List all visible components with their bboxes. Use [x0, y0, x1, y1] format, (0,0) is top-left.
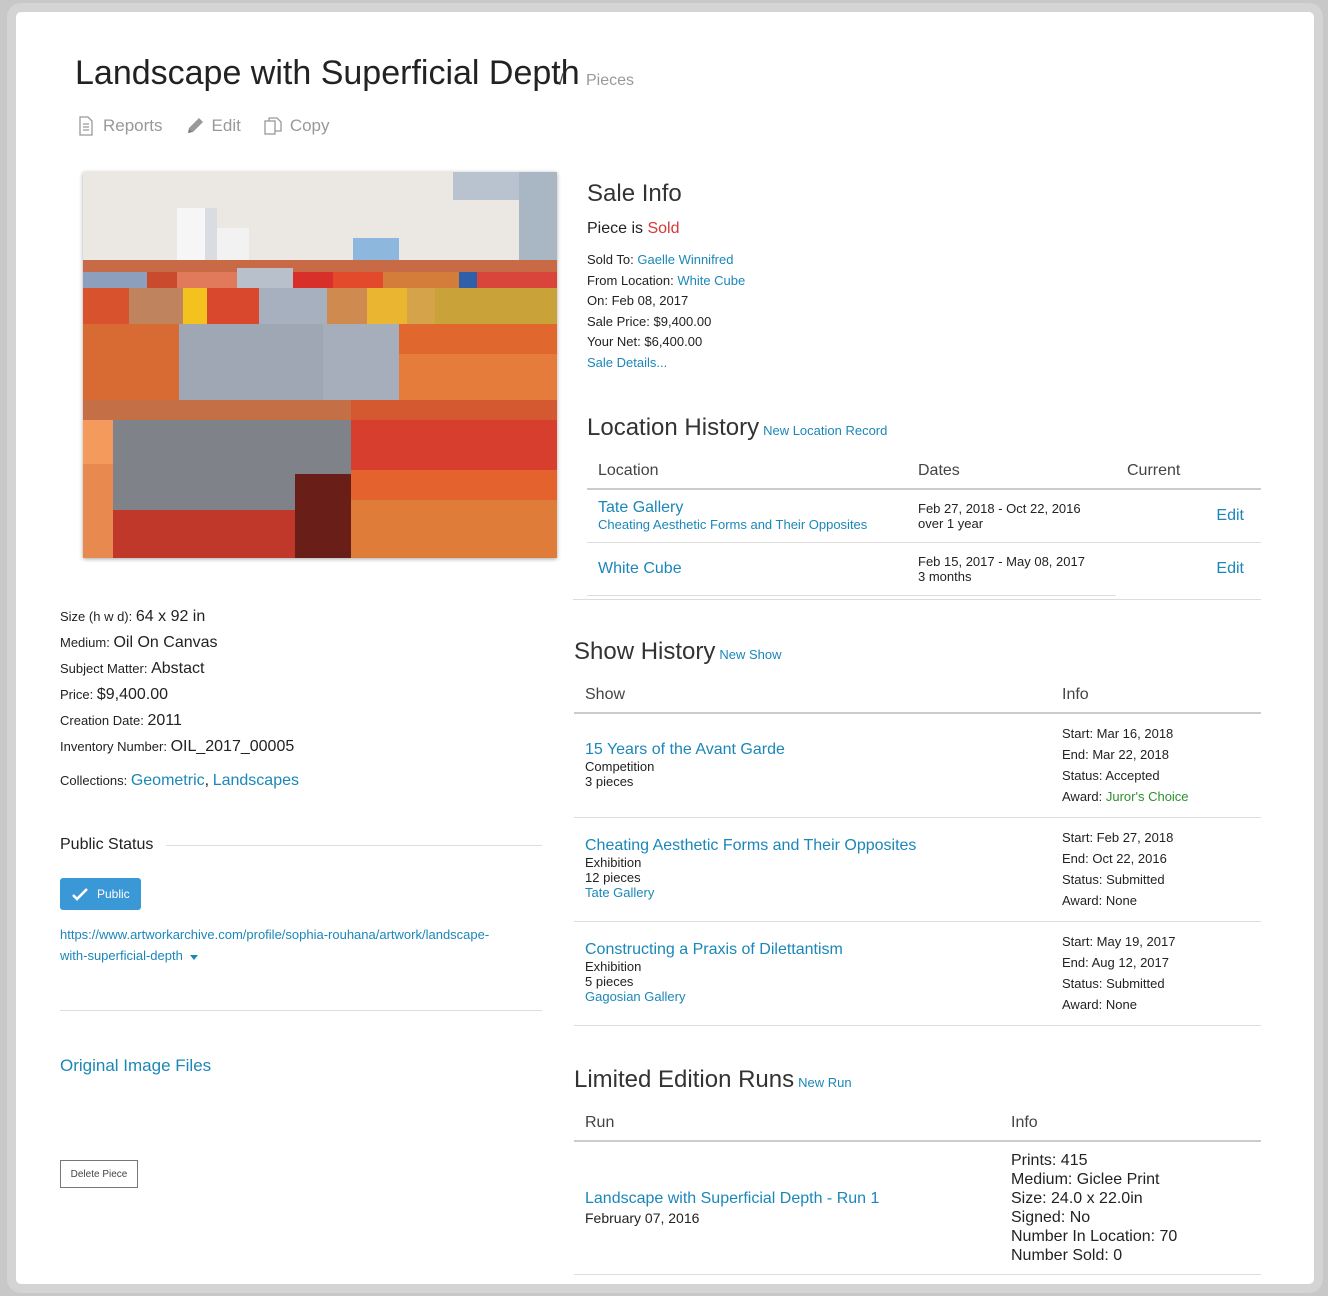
buyer-link[interactable]: Gaelle Winnifred — [637, 252, 733, 267]
sold-badge: Sold — [647, 220, 680, 237]
from-location-link[interactable]: White Cube — [677, 273, 745, 288]
document-icon — [79, 116, 93, 136]
location-history-table: Location Dates Current Tate Gallery Cheat… — [587, 462, 1261, 596]
copy-icon — [264, 117, 282, 135]
location-history-title: Location History New Location Record — [587, 414, 888, 441]
column-header: Show — [574, 686, 1051, 714]
table-row: White Cube Feb 15, 2017 - May 08, 2017 3 … — [587, 542, 1261, 596]
award-value: None — [1105, 997, 1137, 1012]
location-link[interactable]: White Cube — [598, 560, 907, 578]
divider — [166, 845, 542, 846]
edit-location-button[interactable]: Edit — [1116, 542, 1261, 595]
reports-button[interactable]: Reports — [76, 116, 163, 136]
public-status-title: Public Status — [60, 836, 154, 853]
show-history-table: Show Info 15 Years of the Avant Garde Co… — [574, 686, 1261, 1026]
new-run-link[interactable]: New Run — [798, 1075, 851, 1090]
column-header: Location — [587, 462, 907, 490]
new-show-link[interactable]: New Show — [719, 647, 781, 662]
location-link[interactable]: Tate Gallery — [598, 499, 907, 517]
piece-details: Size (h w d): 64 x 92 in Medium: Oil On … — [60, 604, 294, 760]
sale-net: Your Net: $6,400.00 — [587, 334, 703, 349]
subject-value: Abstact — [151, 660, 205, 677]
breadcrumb-separator: / — [559, 70, 564, 89]
divider — [573, 599, 1261, 600]
run-link[interactable]: Landscape with Superficial Depth - Run 1 — [585, 1190, 1000, 1208]
reports-label: Reports — [103, 116, 163, 135]
collection-link-geometric[interactable]: Geometric — [131, 772, 205, 789]
show-history-title: Show History New Show — [574, 638, 782, 665]
table-row: Tate Gallery Cheating Aesthetic Forms and… — [587, 489, 1261, 543]
sale-status: Piece is Sold — [587, 220, 680, 237]
edit-button[interactable]: Edit — [185, 116, 241, 136]
sold-to: Sold To: Gaelle Winnifred — [587, 252, 734, 267]
copy-button[interactable]: Copy — [263, 116, 330, 136]
detail-medium: Medium: Oil On Canvas — [60, 634, 218, 651]
edit-location-button[interactable]: Edit — [1116, 489, 1261, 543]
table-row: Landscape with Superficial Depth - Run 1… — [574, 1141, 1261, 1275]
public-toggle-button[interactable]: Public — [60, 878, 141, 910]
medium-value: Oil On Canvas — [113, 634, 218, 651]
column-header: Info — [1000, 1114, 1261, 1142]
inventory-value: OIL_2017_00005 — [170, 738, 295, 755]
sale-price: Sale Price: $9,400.00 — [587, 313, 712, 329]
table-row: Constructing a Praxis of Dilettantism Ex… — [574, 921, 1261, 1026]
page-title: Landscape with Superficial Depth — [75, 54, 580, 92]
edition-runs-title: Limited Edition Runs New Run — [574, 1066, 852, 1093]
public-url-link[interactable]: https://www.artworkarchive.com/profile/s… — [60, 924, 530, 966]
award-value: None — [1105, 893, 1137, 908]
detail-subject: Subject Matter: Abstact — [60, 660, 205, 677]
caret-down-icon[interactable] — [186, 952, 202, 962]
edition-runs-table: Run Info Landscape with Superficial Dept… — [574, 1114, 1261, 1275]
show-link[interactable]: Cheating Aesthetic Forms and Their Oppos… — [585, 837, 1051, 855]
show-link[interactable]: Constructing a Praxis of Dilettantism — [585, 941, 1051, 959]
toolbar: Reports Edit Copy — [76, 116, 330, 136]
column-header: Dates — [907, 462, 1116, 490]
detail-price: Price: $9,400.00 — [60, 686, 169, 703]
pencil-icon — [187, 118, 203, 133]
award-value: Juror's Choice — [1105, 789, 1189, 805]
collections: Collections: Geometric, Landscapes — [60, 772, 299, 789]
page: Landscape with Superficial Depth / Piece… — [16, 12, 1314, 1284]
divider — [60, 1010, 542, 1011]
table-row: 15 Years of the Avant Garde Competition … — [574, 713, 1261, 818]
from-location: From Location: White Cube — [587, 272, 746, 288]
detail-inventory: Inventory Number: OIL_2017_00005 — [60, 738, 295, 755]
checkmark-icon — [72, 887, 88, 901]
table-row: Cheating Aesthetic Forms and Their Oppos… — [574, 817, 1261, 922]
price-value: $9,400.00 — [96, 686, 169, 703]
new-location-record-link[interactable]: New Location Record — [763, 423, 887, 438]
column-header: Current — [1116, 462, 1261, 490]
creation-value: 2011 — [147, 712, 182, 729]
column-header: Info — [1051, 686, 1261, 714]
sale-details-link[interactable]: Sale Details... — [587, 353, 745, 374]
sale-info-title: Sale Info — [587, 180, 682, 207]
size-value: 64 x 92 in — [135, 608, 206, 625]
venue-link[interactable]: Tate Gallery — [585, 885, 1051, 900]
delete-piece-button[interactable]: Delete Piece — [60, 1160, 138, 1188]
original-image-files-link[interactable]: Original Image Files — [60, 1056, 211, 1076]
breadcrumb-pieces[interactable]: Pieces — [586, 72, 634, 90]
window-frame: Landscape with Superficial Depth / Piece… — [7, 3, 1323, 1293]
sale-date: On: Feb 08, 2017 — [587, 293, 689, 308]
artwork-image[interactable] — [83, 172, 557, 558]
sale-info: Sale Info Piece is Sold Sold To: Gaelle … — [587, 180, 745, 373]
show-link[interactable]: Cheating Aesthetic Forms and Their Oppos… — [598, 517, 907, 532]
detail-size: Size (h w d): 64 x 92 in — [60, 608, 206, 625]
show-link[interactable]: 15 Years of the Avant Garde — [585, 741, 1051, 759]
detail-creation-date: Creation Date: 2011 — [60, 712, 182, 729]
edit-label: Edit — [211, 116, 241, 135]
collection-link-landscapes[interactable]: Landscapes — [213, 772, 299, 789]
venue-link[interactable]: Gagosian Gallery — [585, 989, 1051, 1004]
copy-label: Copy — [289, 116, 330, 135]
column-header: Run — [574, 1114, 1000, 1142]
